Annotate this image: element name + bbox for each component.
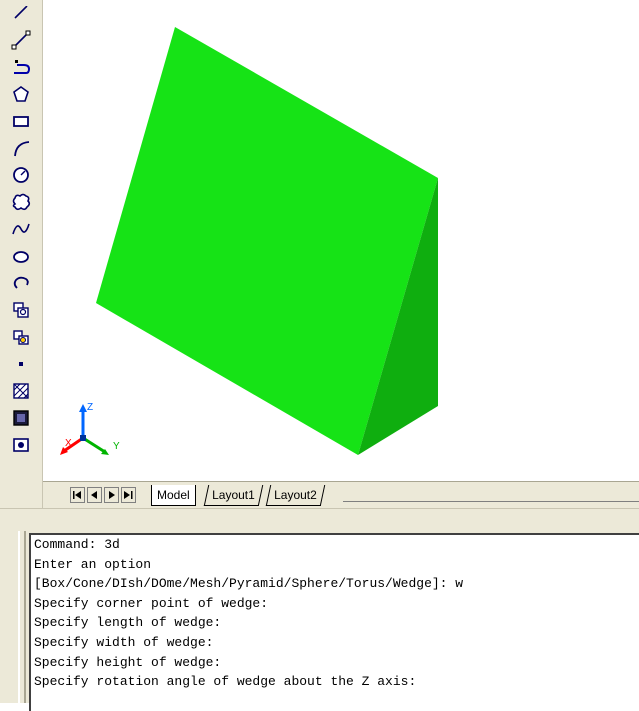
make-block-icon[interactable]: [8, 324, 34, 350]
command-line: Specify height of wedge:: [34, 654, 222, 670]
command-line: Enter an option: [34, 556, 152, 572]
point-icon[interactable]: [8, 351, 34, 377]
ucs-y-label: Y: [113, 441, 120, 452]
tab-layout2-label: Layout2: [274, 488, 317, 502]
command-line: Specify corner point of wedge:: [34, 595, 269, 611]
prev-tab-button[interactable]: [87, 487, 102, 503]
region-icon[interactable]: [8, 432, 34, 458]
command-line: [Box/Cone/DIsh/DOme/Mesh/Pyramid/Sphere/…: [34, 576, 464, 592]
last-tab-icon: [124, 491, 133, 499]
circle-icon[interactable]: [8, 162, 34, 188]
tab-layout2[interactable]: Layout2: [265, 485, 325, 506]
draw-toolbar: [0, 0, 43, 508]
first-tab-button[interactable]: [70, 487, 85, 503]
arc-icon[interactable]: [8, 135, 34, 161]
command-history[interactable]: Command: 3d Enter an option [Box/Cone/DI…: [29, 533, 639, 711]
polygon-icon[interactable]: [8, 81, 34, 107]
layout-tab-bar: Model Layout1 Layout2: [43, 481, 639, 508]
hatch-icon[interactable]: [8, 378, 34, 404]
wedge-drawing: Z X Y: [60, 27, 438, 455]
command-panel-grip[interactable]: [18, 531, 26, 703]
tab-layout1[interactable]: Layout1: [203, 485, 263, 506]
command-prompt: Specify rotation angle of wedge about th…: [34, 674, 417, 690]
prev-tab-icon: [91, 491, 97, 499]
next-tab-icon: [109, 491, 115, 499]
tab-model[interactable]: Model: [151, 485, 196, 506]
ucs-z-label: Z: [87, 402, 93, 413]
horizontal-scrollbar[interactable]: [343, 501, 639, 508]
model-space-viewport[interactable]: Z X Y: [43, 0, 639, 480]
line-icon[interactable]: [8, 27, 34, 53]
construction-line-icon[interactable]: [8, 0, 34, 26]
revision-cloud-icon[interactable]: [8, 189, 34, 215]
next-tab-button[interactable]: [104, 487, 119, 503]
ellipse-arc-icon[interactable]: [8, 270, 34, 296]
ellipse-icon[interactable]: [8, 243, 34, 269]
rectangle-icon[interactable]: [8, 108, 34, 134]
tab-model-label: Model: [157, 488, 190, 502]
command-line: Command: 3d: [34, 537, 120, 552]
command-line: Specify length of wedge:: [34, 615, 222, 631]
ucs-x-label: X: [65, 438, 72, 449]
tab-layout1-label: Layout1: [212, 488, 255, 502]
command-line: Specify width of wedge:: [34, 634, 214, 650]
gradient-icon[interactable]: [8, 405, 34, 431]
polyline-icon[interactable]: [8, 54, 34, 80]
insert-block-icon[interactable]: [8, 297, 34, 323]
first-tab-icon: [73, 491, 81, 499]
spline-icon[interactable]: [8, 216, 34, 242]
command-panel: Command: 3d Enter an option [Box/Cone/DI…: [0, 508, 639, 711]
last-tab-button[interactable]: [121, 487, 136, 503]
